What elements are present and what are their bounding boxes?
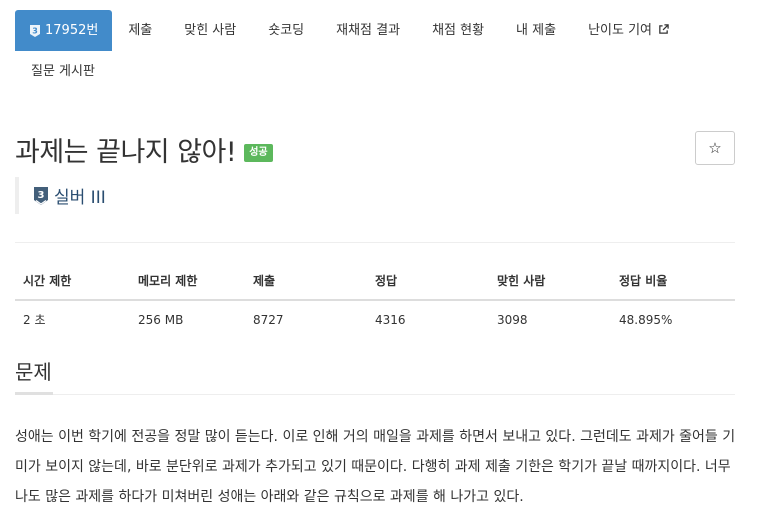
svg-text:3: 3 [38,190,45,201]
accepted-ratio: 48.895% [619,312,673,327]
tab-rejudge-results[interactable]: 재채점 결과 [320,10,416,51]
tab-difficulty-contribution[interactable]: 난이도 기여 [572,10,685,51]
tab-problem-label: 17952번 [45,23,99,38]
tab-my-submissions[interactable]: 내 제출 [500,10,572,51]
divider [15,242,735,243]
problem-section-header: 문제 [15,355,735,395]
table-header: 시간 제한 [15,262,130,301]
problem-info-table: 시간 제한 메모리 제한 제출 정답 맞힌 사람 정답 비율 2 초 256 M… [15,262,735,338]
time-limit: 2 초 [23,313,46,327]
tab-status[interactable]: 채점 현황 [416,10,500,51]
page-title: 과제는 끝나지 않아! [15,137,237,168]
star-button[interactable]: ☆ [695,131,735,165]
table-header-row: 시간 제한 메모리 제한 제출 정답 맞힌 사람 정답 비율 [15,262,735,301]
table-header: 정답 비율 [611,262,735,301]
tier-link[interactable]: 실버 III [54,183,106,208]
tab-qna-board[interactable]: 질문 게시판 [15,51,111,92]
svg-text:3: 3 [32,26,38,35]
table-header: 맞힌 사람 [489,262,611,301]
problem-description: 성애는 이번 학기에 전공을 정말 많이 듣는다. 이로 인해 거의 매일을 과… [15,429,736,505]
memory-limit: 256 MB [138,312,184,327]
problem-menu: 3 17952번 제출 맞힌 사람 숏코딩 재채점 결과 채점 현황 내 제출 … [15,10,743,91]
tab-solved-users[interactable]: 맞힌 사람 [168,10,252,51]
table-header: 정답 [367,262,489,301]
tab-submit[interactable]: 제출 [112,10,168,51]
table-header: 제출 [245,262,367,301]
solved-users-count: 3098 [497,312,528,327]
silver-tier-badge-icon: 3 [34,186,48,205]
section-title: 문제 [15,355,53,395]
tab-problem[interactable]: 3 17952번 [15,10,113,51]
external-link-icon [659,24,669,34]
tier-block: 3 실버 III [15,177,106,214]
submission-count: 8727 [253,312,284,327]
status-badge: 성공 [244,143,273,162]
tab-short-coding[interactable]: 숏코딩 [252,10,320,51]
accepted-count: 4316 [375,312,406,327]
star-icon: ☆ [708,139,722,157]
table-row: 2 초 256 MB 8727 4316 3098 48.895% [15,300,735,338]
problem-title-row: 과제는 끝나지 않아! 성공 [15,130,273,169]
silver-tier-badge-icon: 3 [30,24,40,37]
tab-difficulty-label: 난이도 기여 [588,23,652,38]
table-header: 메모리 제한 [130,262,245,301]
